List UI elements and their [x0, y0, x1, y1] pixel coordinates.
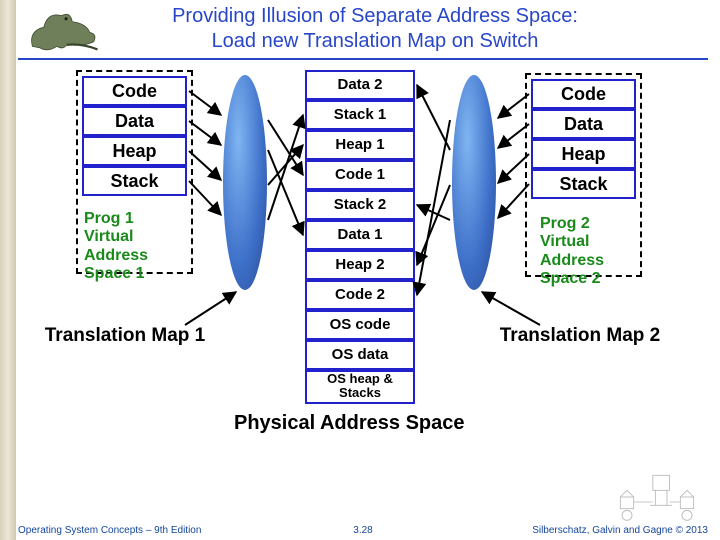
physical-caption: Physical Address Space: [234, 412, 465, 435]
slide-page: Providing Illusion of Separate Address S…: [0, 0, 720, 540]
footer-right: Silberschatz, Galvin and Gagne © 2013: [532, 525, 708, 536]
prog1-code-segment: Code: [82, 76, 187, 106]
prog1-data-segment: Data: [82, 106, 187, 136]
prog2-code-segment: Code: [531, 79, 636, 109]
footer-mini-diagram-icon: [612, 472, 702, 522]
prog1-segment-stack: Code Data Heap Stack: [82, 76, 187, 196]
prog2-data-segment: Data: [531, 109, 636, 139]
translation-map-1-label: Translation Map 1: [30, 325, 220, 347]
prog2-stack-segment: Stack: [531, 169, 636, 199]
translation-oval-left: [223, 75, 267, 290]
translation-oval-right: [452, 75, 496, 290]
phys-stack2: Stack 2: [305, 190, 415, 220]
left-sidebar-decoration: [0, 0, 16, 540]
prog1-caption: Prog 1 Virtual Address Space 1: [84, 210, 194, 284]
prog2-caption: Prog 2 Virtual Address Space 2: [540, 215, 650, 289]
footer-left: Operating System Concepts – 9th Edition: [18, 525, 201, 536]
prog2-heap-segment: Heap: [531, 139, 636, 169]
slide-title-line1: Providing Illusion of Separate Address S…: [60, 4, 690, 29]
phys-code1: Code 1: [305, 160, 415, 190]
slide-title-line2: Load new Translation Map on Switch: [60, 29, 690, 54]
phys-oscode: OS code: [305, 310, 415, 340]
title-underline: [18, 58, 708, 60]
slide-title: Providing Illusion of Separate Address S…: [60, 4, 690, 54]
physical-segment-stack: Data 2 Stack 1 Heap 1 Code 1 Stack 2 Dat…: [305, 70, 415, 404]
slide-footer: Operating System Concepts – 9th Edition …: [18, 525, 708, 536]
phys-data2: Data 2: [305, 70, 415, 100]
prog2-segment-stack: Code Data Heap Stack: [531, 79, 636, 199]
phys-heap2: Heap 2: [305, 250, 415, 280]
phys-heap1: Heap 1: [305, 130, 415, 160]
phys-osdata: OS data: [305, 340, 415, 370]
prog1-heap-segment: Heap: [82, 136, 187, 166]
phys-code2: Code 2: [305, 280, 415, 310]
translation-map-2-label: Translation Map 2: [450, 325, 710, 347]
prog1-stack-segment: Stack: [82, 166, 187, 196]
phys-data1: Data 1: [305, 220, 415, 250]
phys-osheap: OS heap & Stacks: [305, 370, 415, 404]
footer-page-number: 3.28: [353, 525, 372, 536]
phys-stack1: Stack 1: [305, 100, 415, 130]
